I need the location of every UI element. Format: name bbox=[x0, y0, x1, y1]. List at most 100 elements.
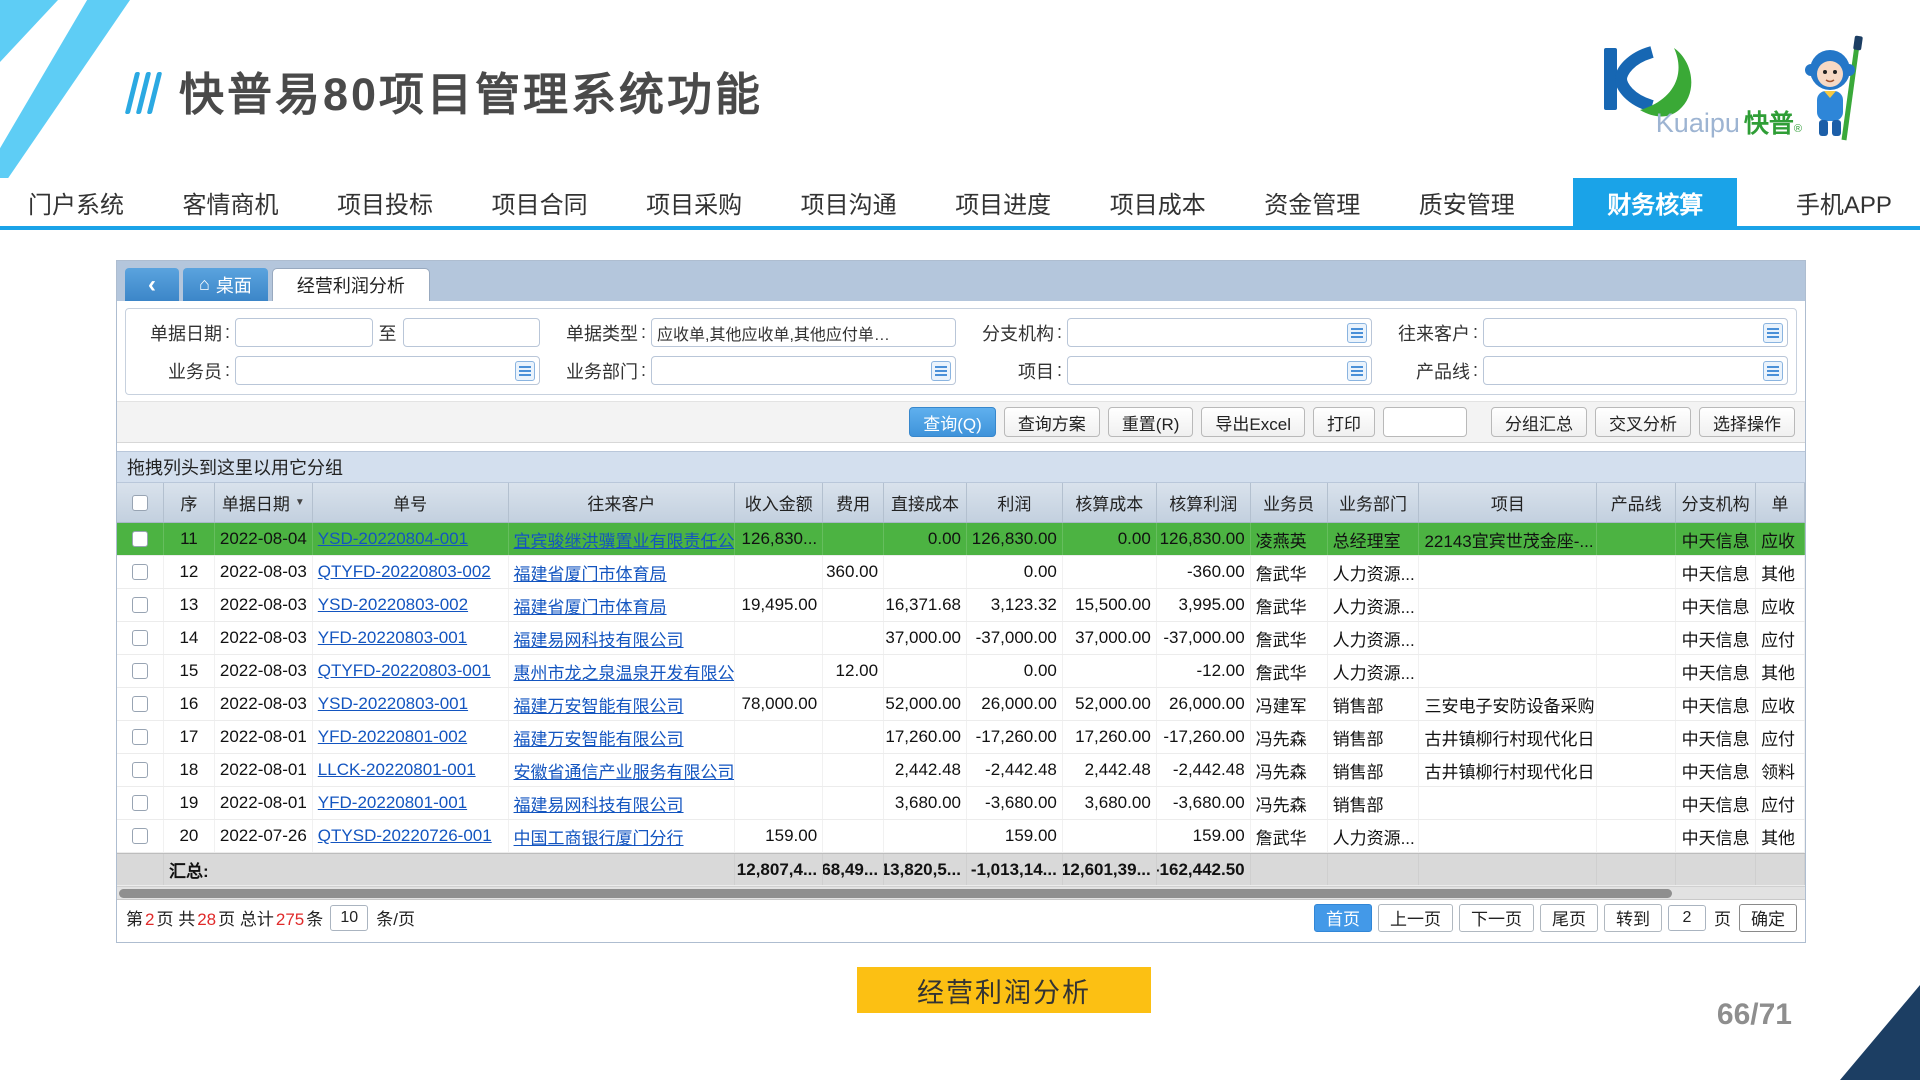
link-customer[interactable]: 惠州市龙之泉温泉开发有限公... bbox=[514, 659, 736, 684]
column-header-salesman[interactable]: 业务员 bbox=[1251, 483, 1328, 522]
nav-item-cost[interactable]: 项目成本 bbox=[1110, 178, 1206, 226]
nav-item-finance[interactable]: 财务核算 bbox=[1573, 178, 1737, 226]
input-branch[interactable] bbox=[1073, 324, 1366, 342]
tab-profit-analysis[interactable]: 经营利润分析 bbox=[272, 268, 430, 301]
toolbar-button-print[interactable]: 打印 bbox=[1313, 407, 1375, 437]
link-customer[interactable]: 福建易网科技有限公司 bbox=[514, 626, 684, 651]
column-header-seq[interactable]: 序 bbox=[164, 483, 215, 522]
pager-button-last[interactable]: 尾页 bbox=[1540, 904, 1598, 932]
list-lookup-icon[interactable] bbox=[931, 361, 951, 381]
list-lookup-icon[interactable] bbox=[1347, 323, 1367, 343]
nav-item-mobile-app[interactable]: 手机APP bbox=[1796, 178, 1892, 226]
input-doc-type[interactable] bbox=[657, 324, 950, 342]
table-row[interactable]: 172022-08-01YFD-20220801-002福建万安智能有限公司17… bbox=[117, 721, 1805, 754]
pager-button-prev[interactable]: 上一页 bbox=[1378, 904, 1453, 932]
nav-item-quality[interactable]: 质安管理 bbox=[1419, 178, 1515, 226]
sort-desc-icon[interactable]: ▼ bbox=[295, 497, 305, 508]
link-doc_no[interactable]: YFD-20220801-001 bbox=[318, 793, 467, 813]
filter-input-project[interactable] bbox=[1067, 356, 1372, 385]
table-row[interactable]: 122022-08-03QTYFD-20220803-002福建省厦门市体育局3… bbox=[117, 556, 1805, 589]
table-row[interactable]: 152022-08-03QTYFD-20220803-001惠州市龙之泉温泉开发… bbox=[117, 655, 1805, 688]
goto-page-input[interactable] bbox=[1668, 905, 1706, 931]
select-all-checkbox[interactable] bbox=[132, 495, 148, 511]
filter-input-branch[interactable] bbox=[1067, 318, 1372, 347]
table-row[interactable]: 192022-08-01YFD-20220801-001福建易网科技有限公司3,… bbox=[117, 787, 1805, 820]
column-header-date[interactable]: 单据日期▼ bbox=[215, 483, 313, 522]
link-doc_no[interactable]: YFD-20220801-002 bbox=[318, 727, 467, 747]
link-customer[interactable]: 宜宾骏继洪骥置业有限责任公... bbox=[514, 527, 736, 552]
row-checkbox[interactable] bbox=[132, 663, 148, 679]
link-customer[interactable]: 福建省厦门市体育局 bbox=[514, 560, 667, 585]
input-product-line[interactable] bbox=[1489, 362, 1782, 380]
horizontal-scrollbar[interactable] bbox=[117, 886, 1805, 899]
column-header-direct_cost[interactable]: 直接成本 bbox=[884, 483, 967, 522]
row-checkbox[interactable] bbox=[132, 597, 148, 613]
nav-item-portal[interactable]: 门户系统 bbox=[28, 178, 124, 226]
scrollbar-thumb[interactable] bbox=[119, 889, 1672, 898]
column-header-check_profit[interactable]: 核算利润 bbox=[1157, 483, 1251, 522]
row-checkbox[interactable] bbox=[132, 630, 148, 646]
filter-input-customer[interactable] bbox=[1483, 318, 1788, 347]
link-doc_no[interactable]: QTYFD-20220803-001 bbox=[318, 661, 491, 681]
column-header-doc_no[interactable]: 单号 bbox=[313, 483, 509, 522]
toolbar-button-query[interactable]: 查询(Q) bbox=[909, 407, 996, 437]
list-lookup-icon[interactable] bbox=[1763, 323, 1783, 343]
column-header-product_line[interactable]: 产品线 bbox=[1597, 483, 1676, 522]
link-doc_no[interactable]: YSD-20220803-001 bbox=[318, 694, 468, 714]
table-row[interactable]: 112022-08-04YSD-20220804-001宜宾骏继洪骥置业有限责任… bbox=[117, 523, 1805, 556]
link-customer[interactable]: 福建万安智能有限公司 bbox=[514, 692, 684, 717]
link-doc_no[interactable]: YSD-20220803-002 bbox=[318, 595, 468, 615]
filter-input-product-line[interactable] bbox=[1483, 356, 1788, 385]
link-customer[interactable]: 福建万安智能有限公司 bbox=[514, 725, 684, 750]
group-hint-bar[interactable]: 拖拽列头到这里以用它分组 bbox=[117, 451, 1805, 483]
row-checkbox[interactable] bbox=[132, 564, 148, 580]
input-dept[interactable] bbox=[657, 362, 950, 380]
toolbar-button-export-excel[interactable]: 导出Excel bbox=[1201, 407, 1305, 437]
table-row[interactable]: 202022-07-26QTYSD-20220726-001中国工商银行厦门分行… bbox=[117, 820, 1805, 853]
link-doc_no[interactable]: YFD-20220803-001 bbox=[318, 628, 467, 648]
row-checkbox[interactable] bbox=[132, 828, 148, 844]
link-customer[interactable]: 福建省厦门市体育局 bbox=[514, 593, 667, 618]
per-page-input[interactable] bbox=[330, 905, 368, 931]
list-lookup-icon[interactable] bbox=[515, 361, 535, 381]
pager-confirm-button[interactable]: 确定 bbox=[1739, 904, 1797, 932]
row-checkbox[interactable] bbox=[132, 729, 148, 745]
filter-input-doc-type[interactable] bbox=[651, 318, 956, 347]
row-checkbox[interactable] bbox=[132, 762, 148, 778]
nav-item-funds[interactable]: 资金管理 bbox=[1264, 178, 1360, 226]
list-lookup-icon[interactable] bbox=[1347, 361, 1367, 381]
column-header-doc_type[interactable]: 单 bbox=[1756, 483, 1805, 522]
table-row[interactable]: 132022-08-03YSD-20220803-002福建省厦门市体育局19,… bbox=[117, 589, 1805, 622]
column-header-customer[interactable]: 往来客户 bbox=[509, 483, 736, 522]
link-doc_no[interactable]: QTYSD-20220726-001 bbox=[318, 826, 492, 846]
nav-item-communication[interactable]: 项目沟通 bbox=[801, 178, 897, 226]
input-doc-date-from[interactable] bbox=[241, 324, 367, 342]
input-customer[interactable] bbox=[1489, 324, 1782, 342]
nav-item-procurement[interactable]: 项目采购 bbox=[646, 178, 742, 226]
link-customer[interactable]: 中国工商银行厦门分行 bbox=[514, 824, 684, 849]
column-header-check_cost[interactable]: 核算成本 bbox=[1063, 483, 1157, 522]
table-row[interactable]: 162022-08-03YSD-20220803-001福建万安智能有限公司78… bbox=[117, 688, 1805, 721]
nav-item-contract[interactable]: 项目合同 bbox=[492, 178, 588, 226]
column-header-branch[interactable]: 分支机构 bbox=[1676, 483, 1756, 522]
toolbar-button-blank[interactable] bbox=[1383, 407, 1467, 437]
toolbar-button-select-operation[interactable]: 选择操作 bbox=[1699, 407, 1795, 437]
link-doc_no[interactable]: LLCK-20220801-001 bbox=[318, 760, 476, 780]
pager-button-first[interactable]: 首页 bbox=[1314, 904, 1372, 932]
input-salesman[interactable] bbox=[241, 362, 534, 380]
link-doc_no[interactable]: YSD-20220804-001 bbox=[318, 529, 468, 549]
nav-item-progress[interactable]: 项目进度 bbox=[955, 178, 1051, 226]
input-doc-date-to[interactable] bbox=[409, 324, 535, 342]
column-header-profit[interactable]: 利润 bbox=[967, 483, 1063, 522]
filter-input-doc-date-to[interactable] bbox=[403, 318, 541, 347]
filter-input-dept[interactable] bbox=[651, 356, 956, 385]
list-lookup-icon[interactable] bbox=[1763, 361, 1783, 381]
nav-item-bidding[interactable]: 项目投标 bbox=[337, 178, 433, 226]
column-header-fee[interactable]: 费用 bbox=[823, 483, 884, 522]
toolbar-button-group-summary[interactable]: 分组汇总 bbox=[1491, 407, 1587, 437]
table-row[interactable]: 182022-08-01LLCK-20220801-001安徽省通信产业服务有限… bbox=[117, 754, 1805, 787]
column-header-dept[interactable]: 业务部门 bbox=[1328, 483, 1420, 522]
filter-input-doc-date-from[interactable] bbox=[235, 318, 373, 347]
column-header-project[interactable]: 项目 bbox=[1419, 483, 1597, 522]
row-checkbox[interactable] bbox=[132, 531, 148, 547]
